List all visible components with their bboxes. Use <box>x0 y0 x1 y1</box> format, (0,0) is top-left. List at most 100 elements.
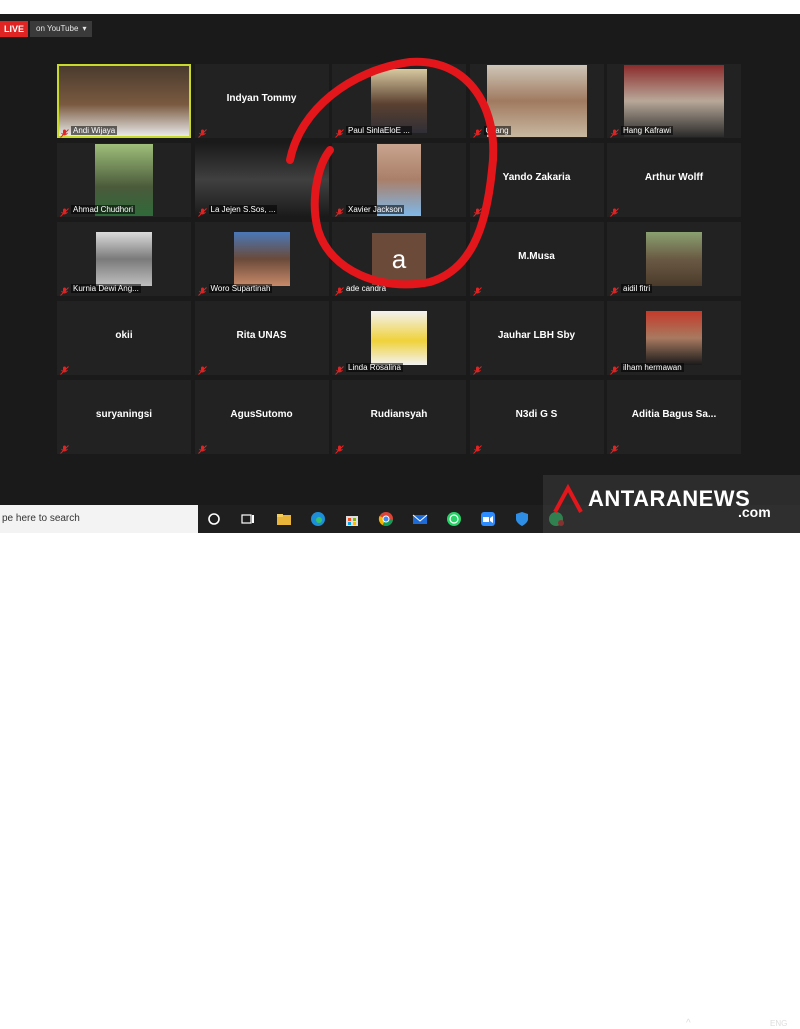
taskbar-search-box[interactable]: pe here to search <box>0 505 198 533</box>
watermark-suffix: .com <box>738 504 771 520</box>
participant-name-label: Linda Rosalina <box>346 363 403 372</box>
task-view-icon[interactable] <box>240 511 256 527</box>
participant-tile[interactable]: Rudiansyah <box>332 380 466 454</box>
participant-name-label: La Jejen S.Sos, ... <box>208 205 278 214</box>
muted-mic-icon <box>197 283 207 296</box>
muted-mic-icon <box>610 362 619 375</box>
edge-icon[interactable] <box>310 511 326 527</box>
live-stream-indicator[interactable]: LIVE on YouTube ▾ <box>0 21 93 37</box>
store-icon[interactable] <box>344 511 360 527</box>
muted-mic-icon <box>335 125 344 138</box>
chrome-icon[interactable] <box>378 511 394 527</box>
participant-name-label: ade candra <box>346 284 387 293</box>
participant-video <box>371 69 427 133</box>
muted-mic-icon <box>335 283 344 296</box>
cortana-icon[interactable] <box>206 511 222 527</box>
participant-center-name: okii <box>115 330 133 341</box>
muted-mic-icon <box>610 204 619 217</box>
participant-name-label: Paul SinlaEloE ... <box>346 126 412 135</box>
participant-tile[interactable]: Paul SinlaEloE ... <box>332 64 466 138</box>
security-icon[interactable] <box>514 511 530 527</box>
participant-video <box>371 311 427 365</box>
muted-mic-icon <box>60 283 69 296</box>
muted-mic-icon <box>472 441 482 454</box>
mail-icon[interactable] <box>412 511 428 527</box>
participant-name-label: Andi Wijaya <box>71 126 118 135</box>
muted-mic-icon <box>60 362 69 375</box>
live-badge: LIVE <box>0 21 29 37</box>
participant-tile[interactable]: Indyan Tommy <box>194 64 329 138</box>
participant-center-name: suryaningsi <box>95 409 153 420</box>
participant-tile[interactable]: Arthur Wolff <box>607 143 741 217</box>
participant-video <box>646 311 702 365</box>
participant-center-name: Arthur Wolff <box>644 172 704 183</box>
participant-tile[interactable]: a ade candra <box>332 222 466 296</box>
participant-name-label: aidil fitri <box>621 284 653 293</box>
participant-tile[interactable]: AgusSutomo <box>194 380 329 454</box>
participant-tile[interactable]: Kurnia Dewi Ang... <box>57 222 191 296</box>
muted-mic-icon <box>197 204 207 217</box>
muted-mic-icon <box>610 283 619 296</box>
participant-center-name: AgusSutomo <box>230 409 293 420</box>
participant-center-name: Aditia Bagus Sa... <box>631 409 717 420</box>
participant-video <box>96 232 152 286</box>
participant-center-name: Rita UNAS <box>236 330 287 341</box>
participant-tile[interactable]: Xavier Jackson <box>332 143 466 217</box>
muted-mic-icon <box>472 204 482 217</box>
participant-tile[interactable]: Woro Supartinah <box>194 222 329 296</box>
muted-mic-icon <box>335 441 344 454</box>
participant-name-label: Woro Supartinah <box>208 284 273 293</box>
muted-mic-icon <box>610 441 619 454</box>
watermark-brand: ANTARANEWS <box>588 486 751 511</box>
antaranews-logo-icon <box>553 484 583 513</box>
participant-tile[interactable]: aidil fitri <box>607 222 741 296</box>
stream-destination-label: on YouTube <box>36 24 79 33</box>
muted-mic-icon <box>472 283 482 296</box>
zoom-icon[interactable] <box>480 511 496 527</box>
chevron-down-icon: ▾ <box>82 24 87 33</box>
participant-tile[interactable]: okii <box>57 301 191 375</box>
stream-destination-dropdown[interactable]: on YouTube ▾ <box>30 21 93 37</box>
participant-avatar: a <box>372 233 426 285</box>
muted-mic-icon <box>60 441 69 454</box>
tray-overflow-chevron[interactable]: ^ <box>686 1018 691 1029</box>
participant-tile[interactable]: Yando Zakaria <box>469 143 604 217</box>
participant-center-name: Rudiansyah <box>370 409 428 420</box>
participant-tile[interactable]: M.Musa <box>469 222 604 296</box>
muted-mic-icon <box>60 125 69 138</box>
participant-name-label: Kurnia Dewi Ang... <box>71 284 141 293</box>
participant-video <box>233 232 290 286</box>
participant-tile[interactable]: La Jejen S.Sos, ... <box>194 143 329 217</box>
muted-mic-icon <box>472 362 482 375</box>
participant-tile[interactable]: Jauhar LBH Sby <box>469 301 604 375</box>
participant-name-label: Gilang <box>483 126 511 135</box>
participant-video <box>646 232 702 286</box>
participant-tile[interactable]: Hang Kafrawi <box>607 64 741 138</box>
whatsapp-icon[interactable] <box>446 511 462 527</box>
gallery-grid: Andi Wijaya Indyan Tommy Paul SinlaEloE ..… <box>57 64 741 456</box>
muted-mic-icon <box>335 204 344 217</box>
file-explorer-icon[interactable] <box>276 511 292 527</box>
participant-tile[interactable]: Aditia Bagus Sa... <box>607 380 741 454</box>
participant-tile[interactable]: Linda Rosalina <box>332 301 466 375</box>
participant-tile[interactable]: ilham hermawan <box>607 301 741 375</box>
muted-mic-icon <box>197 441 207 454</box>
participant-tile[interactable]: Rita UNAS <box>194 301 329 375</box>
participant-name-label: Xavier Jackson <box>346 205 405 214</box>
participant-center-name: Yando Zakaria <box>502 172 571 183</box>
participant-center-name: Indyan Tommy <box>226 93 297 104</box>
zoom-meeting-window: LIVE on YouTube ▾ Andi Wijaya Indyan Tomm… <box>0 14 800 505</box>
participant-tile[interactable]: Ahmad Chudhori <box>57 143 191 217</box>
muted-mic-icon <box>610 125 619 138</box>
participant-tile[interactable]: Gilang <box>469 64 604 138</box>
muted-mic-icon <box>472 125 482 138</box>
muted-mic-icon <box>60 204 69 217</box>
participant-tile[interactable]: suryaningsi <box>57 380 191 454</box>
muted-mic-icon <box>197 362 207 375</box>
participant-tile[interactable]: N3di G S <box>469 380 604 454</box>
muted-mic-icon <box>335 362 344 375</box>
language-indicator[interactable]: ENG <box>770 1019 787 1028</box>
participant-name-label: Ahmad Chudhori <box>71 205 136 214</box>
participant-tile[interactable]: Andi Wijaya <box>57 64 191 138</box>
participant-center-name: N3di G S <box>515 409 558 420</box>
